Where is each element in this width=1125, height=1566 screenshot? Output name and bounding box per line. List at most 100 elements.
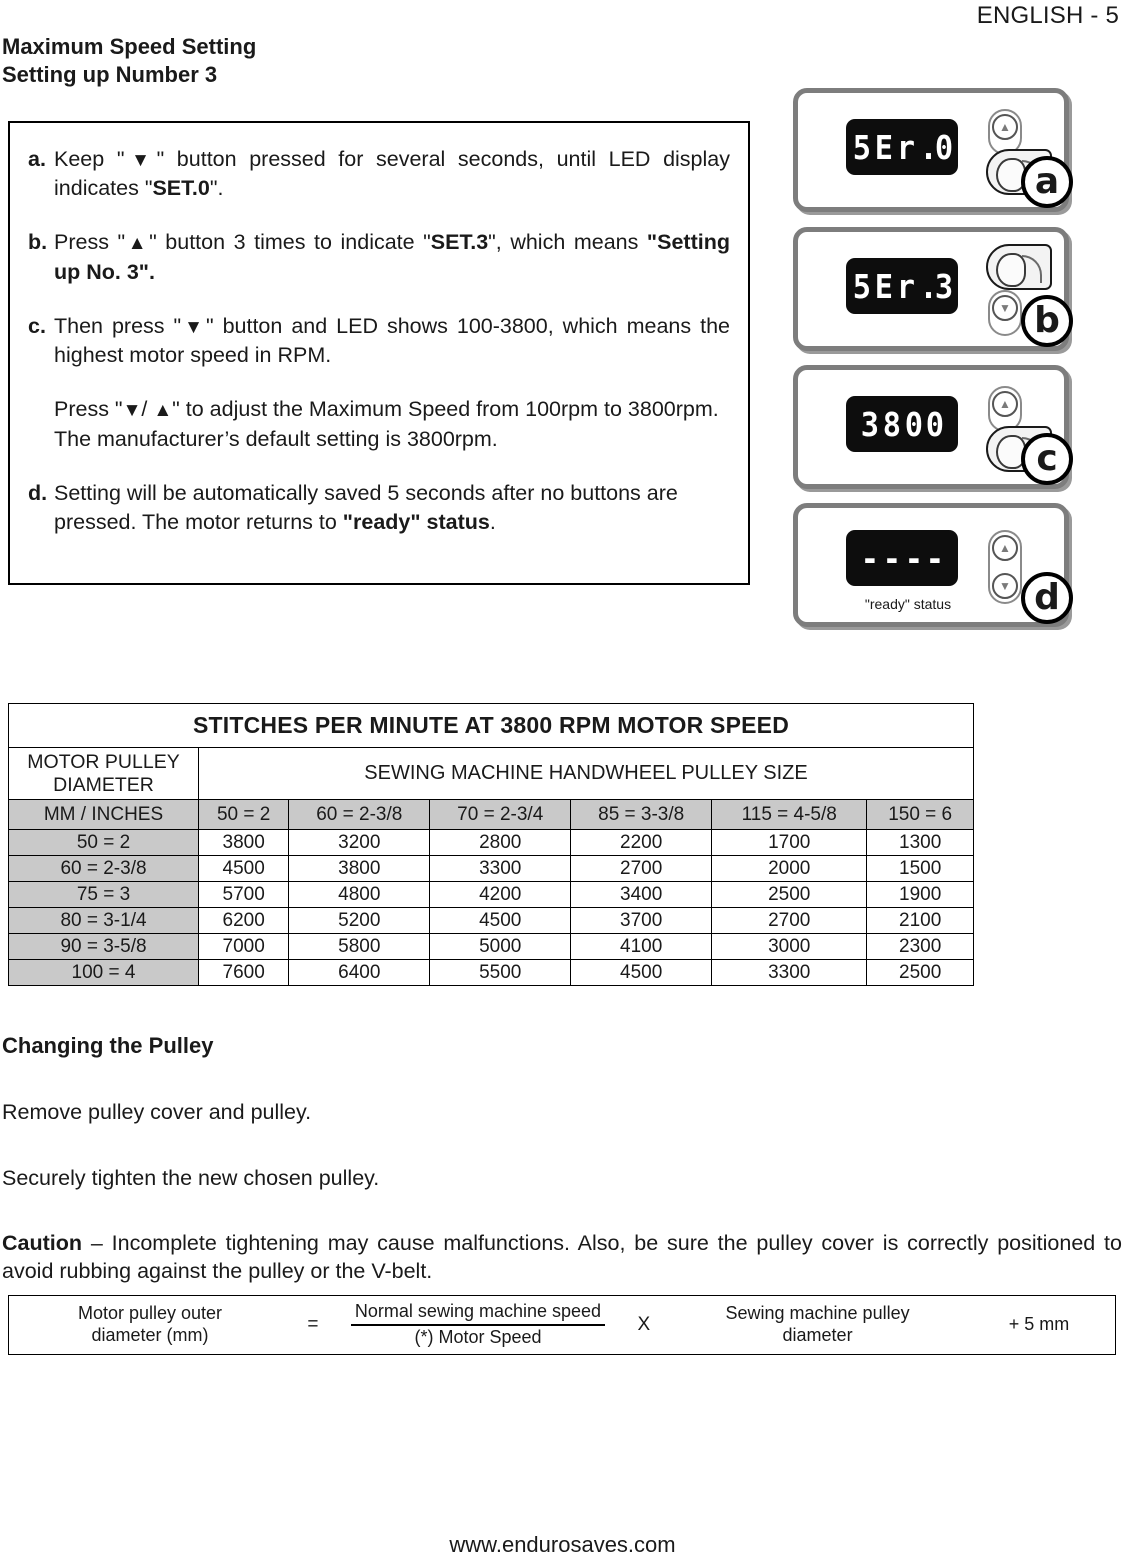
up-arrow-button[interactable]: ▲ — [992, 114, 1018, 140]
instruction-marker: b. — [28, 230, 48, 255]
button-pad-b[interactable]: ▼ — [988, 290, 1022, 336]
column-header-cell: 85 = 3-3/8 — [570, 799, 713, 830]
pressing-finger-illustration — [986, 244, 1052, 290]
table-cell: 6200 — [197, 907, 290, 934]
footer-website: www.endurosaves.com — [449, 1532, 676, 1557]
table-cell: 6400 — [288, 959, 431, 986]
instruction-fragment: Keep " — [54, 147, 125, 171]
pulley-heading: Changing the Pulley — [2, 1033, 214, 1058]
instruction-marker: d. — [28, 480, 48, 505]
table-cell: 3300 — [711, 959, 868, 986]
led-digit: 5 — [853, 127, 871, 167]
table-cell: 4500 — [570, 959, 713, 986]
table-row: 60 = 2-3/8 4500 3800 3300 2700 2000 1500 — [8, 855, 974, 882]
down-arrow-button[interactable]: ▼ — [992, 295, 1018, 321]
formula-factor-line2: diameter — [782, 1325, 853, 1345]
table-row: 75 = 3 5700 4800 4200 3400 2500 1900 — [8, 881, 974, 908]
table-cell: 1500 — [866, 855, 974, 882]
instruction-text: Then press "▼" button and LED shows 100-… — [54, 312, 730, 370]
led-digit: r — [896, 266, 915, 306]
table-cell: 2700 — [570, 855, 713, 882]
formula-denominator: (*) Motor Speed — [414, 1327, 542, 1347]
table-cell: 3000 — [711, 933, 868, 960]
led-digit: - — [926, 538, 944, 578]
instruction-fragment: SET.3 — [430, 230, 489, 255]
instruction-step-d: d. Setting will be automatically saved 5 … — [28, 479, 730, 537]
caution-text: – Incomplete tightening may cause malfun… — [2, 1231, 1122, 1284]
led-digit: r — [896, 127, 915, 167]
formula-fraction: Normal sewing machine speed (*) Motor Sp… — [350, 1301, 606, 1348]
instruction-fragment: " button 3 times to indicate " — [149, 230, 431, 255]
formula-result-line1: Motor pulley outer — [77, 1303, 223, 1324]
changing-the-pulley-section: Changing the Pulley Remove pulley cover … — [2, 1032, 1122, 1286]
down-arrow-button[interactable]: ▼ — [992, 573, 1018, 599]
table-header-row: MM / INCHES 50 = 2 60 = 2-3/8 70 = 2-3/4 85 … — [8, 799, 974, 830]
formula-numerator: Normal sewing machine speed — [350, 1301, 606, 1326]
table-cell: 3400 — [570, 881, 713, 908]
table-cell: 1900 — [866, 881, 974, 908]
led-digit: 0 — [904, 404, 922, 444]
table-cell: 2300 — [866, 933, 974, 960]
instruction-marker: c. — [28, 313, 46, 338]
page-title-line2: Setting up Number 3 — [2, 62, 218, 88]
table-row: 100 = 4 7600 6400 5500 4500 3300 2500 — [8, 959, 974, 986]
row-label-cell: 90 = 3-5/8 — [8, 933, 199, 960]
stitches-per-minute-table: STITCHES PER MINUTE AT 3800 RPM MOTOR SP… — [8, 703, 974, 986]
formula-result-line2: diameter (mm) — [91, 1325, 209, 1345]
table-cell: 5000 — [429, 933, 572, 960]
instruction-fragment: ", which means — [488, 230, 647, 255]
led-digit: .0 — [919, 127, 953, 167]
up-arrow-icon: ▲ — [125, 233, 150, 255]
formula-equals-sign: = — [307, 1314, 319, 1335]
instruction-fragment: "ready" status — [342, 510, 490, 535]
formula-factor-term: Sewing machine pulley diameter — [683, 1303, 953, 1347]
led-digit: 5 — [853, 266, 871, 306]
led-digit: 8 — [882, 404, 900, 444]
instruction-step-c: c. Then press "▼" button and LED shows 10… — [28, 312, 730, 370]
table-cell: 4800 — [288, 881, 431, 908]
table-cell: 1700 — [711, 829, 868, 856]
table-cell: 5500 — [429, 959, 572, 986]
instruction-fragment: / — [141, 397, 154, 422]
table-cell: 7600 — [197, 959, 290, 986]
button-pad-d[interactable]: ▲ ▼ — [988, 530, 1022, 604]
caution-label: Caution — [2, 1231, 83, 1256]
led-panel-illustrations: 5 Er .0 ▲ a 5 Er .3 ▼ b 3 8 0 0 ▲ c - - - - ▲ ▼ "ready" status… — [793, 88, 1075, 628]
led-digit: 0 — [926, 404, 944, 444]
instruction-text: Press "▼/ ▲" to adjust the Maximum Speed… — [54, 395, 730, 453]
formula-addend: + 5 mm — [1008, 1314, 1070, 1335]
instruction-step-a: a. Keep "▼" button pressed for several se… — [28, 145, 730, 203]
table-cell: 4200 — [429, 881, 572, 908]
table-cell: 2000 — [711, 855, 868, 882]
unit-header-cell: MM / INCHES — [8, 799, 199, 830]
formula-result-term: Motor pulley outer diameter (mm) — [25, 1303, 275, 1347]
led-digit: .3 — [919, 266, 953, 306]
formula-multiply-sign: X — [637, 1314, 651, 1335]
led-display-b: 5 Er .3 — [846, 258, 958, 314]
table-cell: 4500 — [197, 855, 290, 882]
column-header-cell: 70 = 2-3/4 — [429, 799, 572, 830]
instruction-text: Keep "▼" button pressed for several seco… — [54, 145, 730, 203]
led-digit: - — [860, 538, 879, 578]
instruction-fragment: . — [489, 510, 496, 535]
row-header-title: MOTOR PULLEY DIAMETER — [8, 747, 199, 800]
page-language-number: ENGLISH - 5 — [976, 2, 1119, 29]
pulley-para-1: Remove pulley cover and pulley. — [2, 1099, 312, 1124]
row-label-cell: 60 = 2-3/8 — [8, 855, 199, 882]
instruction-fragment: Press " — [54, 397, 123, 422]
up-arrow-button[interactable]: ▲ — [992, 535, 1018, 561]
pulley-para-2: Securely tighten the new chosen pulley. — [2, 1165, 380, 1190]
up-arrow-button[interactable]: ▲ — [992, 391, 1018, 417]
instruction-fragment: Press " — [54, 230, 126, 255]
step-letter-d: d — [1021, 571, 1073, 624]
ready-status-caption: "ready" status — [864, 596, 952, 612]
table-cell: 2200 — [570, 829, 713, 856]
table-cell: 1300 — [866, 829, 974, 856]
instruction-marker: a. — [28, 147, 46, 171]
step-letter-a: a — [1021, 156, 1073, 208]
instruction-fragment: SET.0 — [152, 176, 210, 201]
table-row: 80 = 3-1/4 6200 5200 4500 3700 2700 2100 — [8, 907, 974, 934]
table-cell: 3800 — [288, 855, 431, 882]
formula-factor-line1: Sewing machine pulley — [725, 1303, 910, 1324]
column-header-cell: 150 = 6 — [866, 799, 974, 830]
